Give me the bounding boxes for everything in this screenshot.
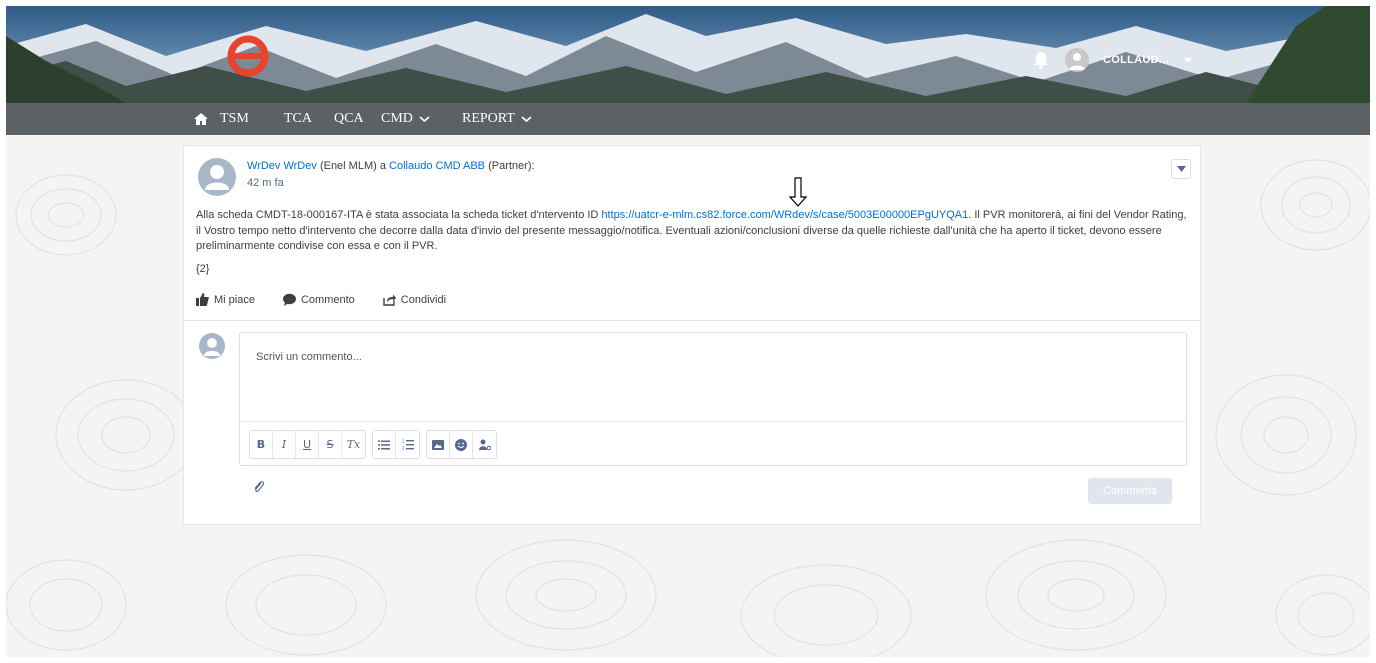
chevron-down-icon	[521, 116, 532, 123]
commenter-avatar	[199, 333, 225, 359]
home-icon[interactable]	[194, 112, 208, 126]
svg-text:1: 1	[402, 439, 405, 444]
list-group: 1 2	[372, 430, 420, 459]
caret-down-icon	[1176, 165, 1186, 172]
nav-item-tca[interactable]: TCA	[284, 111, 312, 127]
share-icon	[383, 294, 396, 306]
case-link[interactable]: https://uatcr-e-mlm.cs82.force.com/WRdev…	[601, 209, 968, 221]
comment-input[interactable]: Scrivi un commento...	[256, 351, 362, 363]
arrow-down-icon	[788, 177, 808, 207]
italic-button[interactable]: I	[273, 431, 296, 458]
nav-item-cmd[interactable]: CMD	[381, 111, 430, 127]
divider	[240, 421, 1186, 422]
bell-icon[interactable]	[1031, 50, 1051, 70]
emoji-button[interactable]	[450, 431, 473, 458]
share-button[interactable]: Condividi	[383, 293, 446, 306]
post-menu-button[interactable]	[1171, 159, 1191, 179]
user-area: COLLAUD...	[1031, 48, 1193, 72]
target-suffix: (Partner):	[488, 160, 535, 172]
bold-button[interactable]: B	[250, 431, 273, 458]
comment-icon	[282, 293, 296, 306]
post-header: WrDev WrDev (Enel MLM) a Collaudo CMD AB…	[247, 160, 535, 172]
feed-post-card: WrDev WrDev (Enel MLM) a Collaudo CMD AB…	[183, 145, 1201, 525]
post-count: {2}	[196, 263, 210, 275]
numbered-list-icon: 1 2	[402, 439, 414, 451]
bullet-list-button[interactable]	[373, 431, 396, 458]
insert-group	[426, 430, 497, 459]
divider	[184, 320, 1200, 321]
chevron-down-icon[interactable]	[1183, 55, 1193, 65]
user-name[interactable]: COLLAUD...	[1103, 54, 1169, 66]
nav-item-tsm[interactable]: TSM	[220, 111, 249, 127]
post-actions: Mi piace Commento Condividi	[196, 293, 474, 306]
text-format-group: B I U S Tx	[249, 430, 366, 459]
nav-item-report[interactable]: REPORT	[462, 111, 532, 127]
bullet-list-icon	[378, 440, 390, 449]
underline-button[interactable]: U	[296, 431, 319, 458]
enel-logo-icon[interactable]	[226, 34, 270, 78]
target-link[interactable]: Collaudo CMD ABB	[389, 160, 485, 172]
submit-comment-button[interactable]: Commenta	[1088, 478, 1172, 504]
strikethrough-button[interactable]: S	[319, 431, 342, 458]
user-avatar-icon[interactable]	[1065, 48, 1089, 72]
paperclip-icon[interactable]	[252, 480, 266, 494]
thumbs-up-icon	[196, 293, 209, 306]
user-avatar-icon	[205, 165, 229, 190]
clear-format-button[interactable]: Tx	[342, 431, 365, 458]
mention-button[interactable]	[473, 431, 496, 458]
like-button[interactable]: Mi piace	[196, 293, 255, 306]
svg-text:2: 2	[402, 446, 405, 451]
header-banner: COLLAUD...	[6, 6, 1370, 103]
post-timestamp[interactable]: 42 m fa	[247, 177, 284, 189]
numbered-list-button[interactable]: 1 2	[396, 431, 419, 458]
editor-toolbar: B I U S Tx 1 2	[249, 430, 497, 459]
chevron-down-icon	[419, 116, 430, 123]
insert-image-button[interactable]	[427, 431, 450, 458]
nav-item-qca[interactable]: QCA	[334, 111, 364, 127]
nav-bar: TSM TCA QCA CMD REPORT	[6, 103, 1370, 135]
post-body: Alla scheda CMDT-18-000167-ITA è stata a…	[196, 209, 1187, 252]
author-org: (Enel MLM) a	[319, 160, 386, 172]
user-avatar-icon	[204, 338, 220, 356]
emoji-icon	[455, 438, 467, 451]
mention-user-icon	[478, 439, 491, 450]
comment-editor[interactable]: Scrivi un commento... B I U S Tx 1 2	[239, 332, 1187, 466]
author-link[interactable]: WrDev WrDev	[247, 160, 317, 172]
comment-button[interactable]: Commento	[282, 293, 355, 306]
author-avatar[interactable]	[198, 158, 236, 196]
image-icon	[432, 439, 444, 450]
